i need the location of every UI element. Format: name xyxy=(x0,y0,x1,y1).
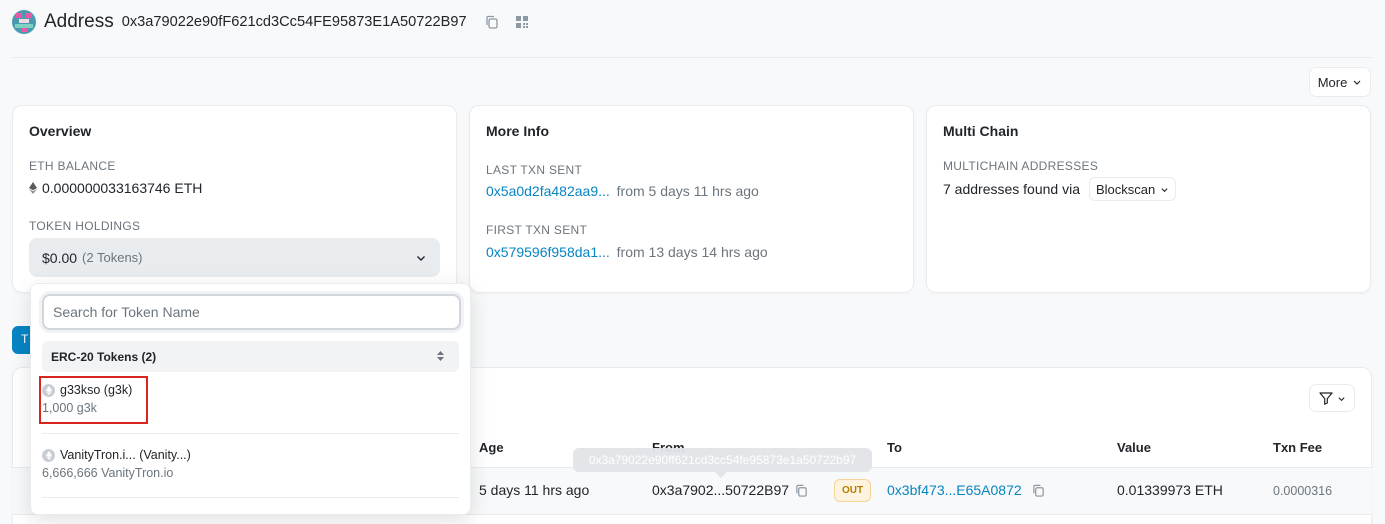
token-holdings-menu: ERC-20 Tokens (2) g33kso (g3k) 1,000 g3k… xyxy=(30,283,471,515)
last-txn-row: 0x5a0d2fa482aa9... from 5 days 11 hrs ag… xyxy=(486,183,759,199)
blockscan-label: Blockscan xyxy=(1096,181,1156,197)
row-from-address[interactable]: 0x3a7902...50722B97 xyxy=(652,482,808,498)
chevron-down-icon xyxy=(1337,396,1345,401)
copy-icon[interactable] xyxy=(1032,484,1045,497)
token-item[interactable]: VanityTron.i... (Vanity...) 6,666,666 Va… xyxy=(42,448,459,480)
address-hash: 0x3a79022e90fF621cd3Cc54FE95873E1A50722B… xyxy=(121,14,467,30)
row-from-label: 0x3a7902...50722B97 xyxy=(652,482,790,498)
row-age: 5 days 11 hrs ago xyxy=(479,482,590,498)
multichain-addresses-label: MULTICHAIN ADDRESSES xyxy=(943,159,1099,173)
erc20-group-label: ERC-20 Tokens (2) xyxy=(51,350,157,364)
qr-code-icon[interactable] xyxy=(515,15,529,29)
last-txn-time: from 5 days 11 hrs ago xyxy=(616,183,759,199)
row-txn-fee: 0.0000316 xyxy=(1273,484,1333,498)
first-txn-label: FIRST TXN SENT xyxy=(486,223,588,237)
token-icon xyxy=(42,448,55,462)
copy-icon[interactable] xyxy=(485,15,499,29)
blockscan-dropdown[interactable]: Blockscan xyxy=(1089,177,1177,201)
eth-balance: 0.000000033163746 ETH xyxy=(29,180,202,196)
chevron-down-icon xyxy=(1161,187,1168,192)
more-info-title: More Info xyxy=(486,123,549,139)
divider xyxy=(42,497,459,498)
last-txn-label: LAST TXN SENT xyxy=(486,163,583,177)
overview-title: Overview xyxy=(29,123,92,139)
row-to-link[interactable]: 0x3bf473...E65A0872 xyxy=(887,482,1022,498)
page-header: Address 0x3a79022e90fF621cd3Cc54FE95873E… xyxy=(12,8,529,36)
column-header-txn-fee[interactable]: Txn Fee xyxy=(1273,440,1322,455)
more-button[interactable]: More xyxy=(1309,67,1371,97)
eth-balance-value: 0.000000033163746 ETH xyxy=(42,180,203,196)
ethereum-icon xyxy=(29,182,37,194)
copy-icon[interactable] xyxy=(795,484,808,497)
avatar xyxy=(12,10,36,34)
chevron-down-icon xyxy=(1353,80,1361,85)
token-search-input[interactable] xyxy=(42,294,461,330)
column-header-to: To xyxy=(887,440,902,455)
address-tooltip: 0x3a79022e90ff621cd3cc54fe95873e1a50722b… xyxy=(573,448,872,478)
multichain-addresses-text: 7 addresses found via xyxy=(943,181,1080,197)
column-header-value: Value xyxy=(1117,440,1151,455)
eth-balance-label: ETH BALANCE xyxy=(29,159,116,173)
tab-transactions[interactable]: T xyxy=(12,326,32,354)
page-title: Address xyxy=(44,11,114,32)
direction-badge: OUT xyxy=(834,479,871,502)
last-txn-hash-link[interactable]: 0x5a0d2fa482aa9... xyxy=(486,183,610,199)
divider xyxy=(42,433,459,434)
filter-icon xyxy=(1318,391,1333,405)
more-button-label: More xyxy=(1317,74,1348,90)
column-header-age[interactable]: Age xyxy=(479,440,504,455)
multi-chain-title: Multi Chain xyxy=(943,123,1019,139)
row-to-address[interactable]: 0x3bf473...E65A0872 xyxy=(887,482,1045,498)
header-divider xyxy=(12,57,1372,58)
first-txn-time: from 13 days 14 hrs ago xyxy=(616,244,768,260)
filter-button[interactable] xyxy=(1309,384,1355,412)
token-balance: 6,666,666 VanityTron.io xyxy=(42,466,174,480)
row-value: 0.01339973 ETH xyxy=(1117,482,1223,498)
token-name: VanityTron.i... (Vanity...) xyxy=(60,448,191,462)
token-holdings-count: (2 Tokens) xyxy=(82,250,143,265)
sort-icon xyxy=(437,351,444,361)
token-holdings-amount: $0.00 xyxy=(42,249,78,266)
chevron-down-icon xyxy=(417,255,425,261)
token-holdings-dropdown[interactable]: $0.00 (2 Tokens) xyxy=(29,238,440,277)
first-txn-row: 0x579596f958da1... from 13 days 14 hrs a… xyxy=(486,244,768,260)
highlight-box xyxy=(39,376,148,424)
token-holdings-label: TOKEN HOLDINGS xyxy=(29,219,141,233)
first-txn-hash-link[interactable]: 0x579596f958da1... xyxy=(486,244,610,260)
erc20-group-header[interactable]: ERC-20 Tokens (2) xyxy=(42,341,459,372)
